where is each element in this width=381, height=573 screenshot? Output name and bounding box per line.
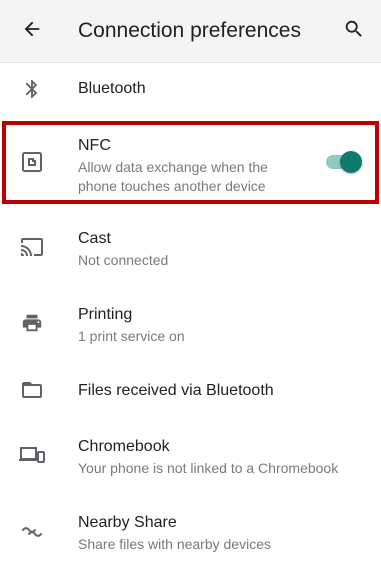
page-title: Connection preferences xyxy=(78,19,301,42)
nearby-share-icon xyxy=(18,517,46,545)
arrow-back-icon xyxy=(21,18,43,45)
list-item-printing[interactable]: Printing 1 print service on xyxy=(0,292,381,356)
highlight-box xyxy=(2,121,379,204)
list-item-title: Files received via Bluetooth xyxy=(78,382,274,399)
chromebook-icon xyxy=(18,441,46,469)
search-button[interactable] xyxy=(336,13,372,49)
list-item-title: Bluetooth xyxy=(78,80,146,97)
list-item-title: Printing xyxy=(78,306,133,323)
list-item-files-received[interactable]: Files received via Bluetooth xyxy=(0,368,381,414)
list-item-title: Cast xyxy=(78,230,111,247)
cast-icon xyxy=(18,233,46,261)
printer-icon xyxy=(18,309,46,337)
back-button[interactable] xyxy=(14,13,50,49)
list-item-title: Chromebook xyxy=(78,438,170,455)
list-item-subtitle: 1 print service on xyxy=(78,328,185,344)
list-item-title: Nearby Share xyxy=(78,514,177,531)
list-item-subtitle: Share files with nearby devices xyxy=(78,536,271,552)
folder-icon xyxy=(18,376,46,404)
bluetooth-icon xyxy=(18,75,46,103)
list-item-cast[interactable]: Cast Not connected xyxy=(0,216,381,280)
connection-preferences-screen: Connection preferences Bluetooth NFC All… xyxy=(0,0,381,573)
app-bar: Connection preferences xyxy=(0,0,381,62)
list-item-bluetooth[interactable]: Bluetooth xyxy=(0,63,381,115)
list-item-subtitle: Your phone is not linked to a Chromebook xyxy=(78,460,339,476)
list-item-subtitle: Not connected xyxy=(78,252,169,268)
search-icon xyxy=(343,18,365,45)
list-item-nearby-share[interactable]: Nearby Share Share files with nearby dev… xyxy=(0,500,381,564)
list-item-chromebook[interactable]: Chromebook Your phone is not linked to a… xyxy=(0,424,381,488)
